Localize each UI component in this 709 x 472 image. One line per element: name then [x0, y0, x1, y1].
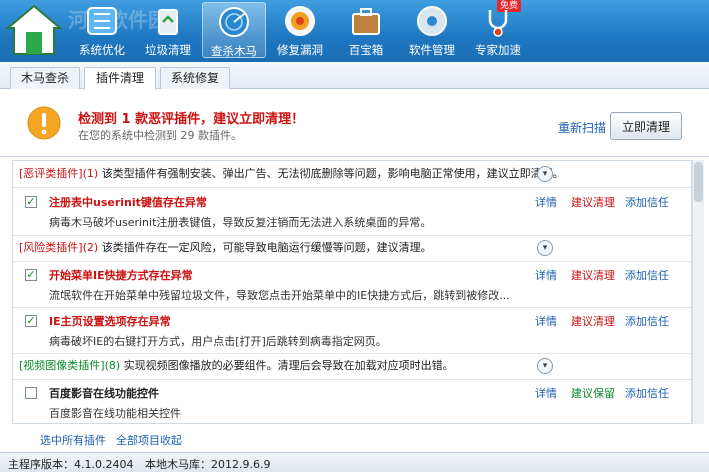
- tab-plugin-clean[interactable]: 插件清理: [84, 67, 156, 90]
- category-header: [风险类插件](2) 该类插件存在一定风险，可能导致电脑运行缓慢等问题，建议清理…: [19, 237, 432, 259]
- version-text: 主程序版本：4.1.0.2404: [8, 458, 134, 471]
- add-trust-link[interactable]: 添加信任: [625, 313, 669, 329]
- category-header: [恶评类插件](1) 该类型插件有强制安装、弹出广告、无法彻底删除等问题，影响电…: [19, 163, 564, 185]
- category-desc: 该类型插件有强制安装、弹出广告、无法彻底删除等问题，影响电脑正常使用，建议立即清…: [101, 167, 564, 180]
- row-divider: [13, 187, 691, 188]
- row-divider: [13, 379, 691, 380]
- item-checkbox[interactable]: ✓: [25, 315, 37, 327]
- chevron-down-icon[interactable]: ▾: [537, 166, 553, 182]
- add-trust-link[interactable]: 添加信任: [625, 194, 669, 210]
- logo-icon: [5, 4, 63, 55]
- toolbox-icon: [352, 8, 380, 35]
- divider: [0, 156, 709, 157]
- item-name: IE主页设置选项存在异常: [49, 315, 171, 328]
- nav-label: 修复漏洞: [277, 43, 323, 57]
- rescan-link[interactable]: 重新扫描: [558, 119, 606, 136]
- scrollbar[interactable]: [692, 160, 704, 424]
- nav-fix-vulnerability[interactable]: 修复漏洞: [268, 2, 332, 58]
- radar-icon: [219, 7, 249, 37]
- nav-software-manager[interactable]: 软件管理: [400, 2, 464, 58]
- category-name: [视频图像类插件]: [19, 359, 105, 372]
- category-desc: 实现视频图像播放的必要组件。清理后会导致在加载对应项时出错。: [123, 359, 454, 372]
- recycle-icon: [158, 9, 178, 35]
- item-name: 注册表中userinit键值存在异常: [49, 196, 207, 209]
- details-link[interactable]: 详情: [535, 267, 557, 283]
- nav-expert-speedup[interactable]: 专家加速: [466, 2, 530, 58]
- status-bar: 主程序版本：4.1.0.2404 本地木马库：2012.9.6.9: [0, 452, 709, 472]
- nav-trojan-scan[interactable]: 查杀木马: [202, 2, 266, 58]
- row-divider: [13, 353, 691, 354]
- plugin-list: [恶评类插件](1) 该类型插件有强制安装、弹出广告、无法彻底删除等问题，影响电…: [12, 160, 692, 424]
- category-count: (1): [82, 167, 99, 180]
- details-link[interactable]: 详情: [535, 313, 557, 329]
- nav-label: 垃圾清理: [145, 43, 191, 57]
- item-checkbox[interactable]: ✓: [25, 269, 37, 281]
- tab-system-repair[interactable]: 系统修复: [160, 67, 230, 89]
- shield-repair-icon: [285, 6, 315, 36]
- item-desc: 病毒破坏IE的右键打开方式，用户点击[打开]后跳转到病毒指定网页。: [49, 335, 387, 348]
- category-count: (2): [82, 241, 99, 254]
- nav-junk-clean[interactable]: 垃圾清理: [136, 2, 200, 58]
- row-divider: [13, 307, 691, 308]
- alert-subtitle: 在您的系统中检测到 29 款插件。: [78, 129, 242, 142]
- select-all-link[interactable]: 选中所有插件: [40, 432, 106, 448]
- nav-label: 查杀木马: [211, 44, 257, 58]
- add-trust-link[interactable]: 添加信任: [625, 267, 669, 283]
- alert-title: 检测到 1 款恶评插件，建议立即清理！: [78, 112, 305, 127]
- action-link[interactable]: 建议保留: [571, 385, 615, 401]
- clean-now-button[interactable]: 立即清理: [610, 112, 682, 140]
- stethoscope-icon: [488, 10, 508, 37]
- nav-toolbox[interactable]: 百宝箱: [334, 2, 398, 58]
- nav-label: 系统优化: [79, 43, 125, 57]
- item-desc: 百度影音在线功能相关控件: [49, 407, 181, 420]
- nav-label: 软件管理: [409, 43, 455, 57]
- nav-label: 专家加速: [475, 43, 521, 57]
- action-link[interactable]: 建议清理: [571, 313, 615, 329]
- sub-tab-bar: 木马查杀 插件清理 系统修复: [0, 62, 709, 90]
- tab-trojan-scan[interactable]: 木马查杀: [10, 67, 80, 89]
- row-divider: [13, 261, 691, 262]
- database-version-text: 本地木马库：2012.9.6.9: [145, 458, 271, 471]
- details-link[interactable]: 详情: [535, 385, 557, 401]
- item-desc: 流氓软件在开始菜单中残留垃圾文件，导致您点击开始菜单中的IE快捷方式后，跳转到被…: [49, 289, 510, 302]
- scrollbar-thumb[interactable]: [694, 162, 703, 202]
- nav-label: 百宝箱: [348, 43, 384, 57]
- item-checkbox[interactable]: [25, 387, 37, 399]
- item-desc: 病毒木马破坏userinit注册表键值，导致反复注销而无法进入系统桌面的异常。: [49, 216, 432, 229]
- warning-icon: [27, 106, 61, 140]
- category-name: [风险类插件]: [19, 241, 83, 254]
- row-divider: [13, 235, 691, 236]
- category-count: (8): [104, 359, 121, 372]
- item-checkbox[interactable]: ✓: [25, 196, 37, 208]
- details-link[interactable]: 详情: [535, 194, 557, 210]
- item-name: 开始菜单IE快捷方式存在异常: [49, 269, 193, 282]
- disc-icon: [417, 6, 447, 36]
- category-header: [视频图像类插件](8) 实现视频图像播放的必要组件。清理后会导致在加载对应项时…: [19, 355, 454, 377]
- tune-icon: [87, 7, 117, 35]
- chevron-down-icon[interactable]: ▾: [537, 240, 553, 256]
- action-link[interactable]: 建议清理: [571, 267, 615, 283]
- item-name: 百度影音在线功能控件: [49, 387, 159, 400]
- chevron-down-icon[interactable]: ▾: [537, 358, 553, 374]
- action-link[interactable]: 建议清理: [571, 194, 615, 210]
- add-trust-link[interactable]: 添加信任: [625, 385, 669, 401]
- nav-system-optimize[interactable]: 系统优化: [70, 2, 134, 58]
- collapse-all-link[interactable]: 全部项目收起: [116, 432, 182, 448]
- category-desc: 该类插件存在一定风险，可能导致电脑运行缓慢等问题，建议清理。: [101, 241, 432, 254]
- category-name: [恶评类插件]: [19, 167, 83, 180]
